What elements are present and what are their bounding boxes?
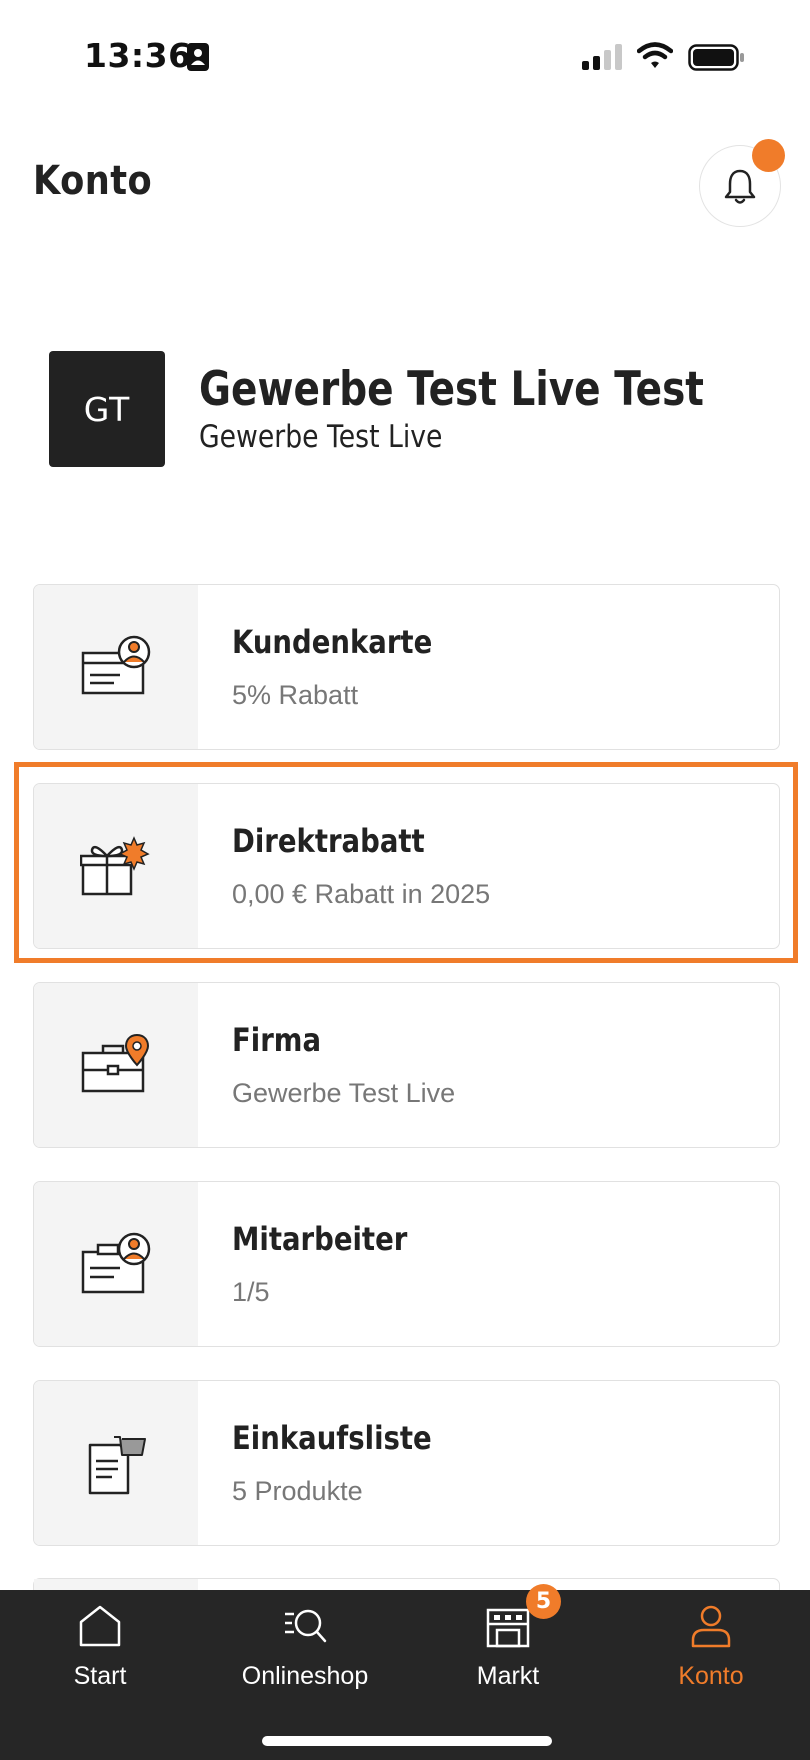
- page-title: Konto: [33, 158, 153, 204]
- card-icon-box: [34, 585, 198, 749]
- gift-discount-icon: [80, 836, 150, 896]
- card-title: Kundenkarte: [232, 623, 433, 661]
- cellular-signal-icon: [582, 44, 622, 70]
- card-title: Direktrabatt: [232, 822, 425, 860]
- nav-label: Konto: [678, 1662, 744, 1690]
- card-direktrabatt[interactable]: Direktrabatt 0,00 € Rabatt in 2025: [33, 783, 780, 949]
- status-time: 13:36: [84, 36, 192, 75]
- nav-onlineshop[interactable]: Onlineshop: [230, 1590, 380, 1710]
- card-icon-box: [34, 1381, 198, 1545]
- wifi-icon: [637, 42, 673, 68]
- card-title: Einkaufsliste: [232, 1419, 432, 1457]
- card-firma[interactable]: Firma Gewerbe Test Live: [33, 982, 780, 1148]
- card-subtitle: 0,00 € Rabatt in 2025: [232, 879, 491, 909]
- profile-name: Gewerbe Test Live Test: [199, 362, 704, 417]
- card-icon-box: [34, 1182, 198, 1346]
- card-subtitle: 1/5: [232, 1277, 270, 1307]
- nav-start[interactable]: Start: [40, 1590, 160, 1710]
- card-title: Firma: [232, 1021, 322, 1059]
- card-icon-box: [34, 983, 198, 1147]
- bell-icon: [724, 169, 756, 204]
- nav-markt[interactable]: 5 Markt: [448, 1584, 568, 1710]
- search-list-icon: [285, 1609, 327, 1643]
- card-mitarbeiter[interactable]: Mitarbeiter 1/5: [33, 1181, 780, 1347]
- card-subtitle: 5 Produkte: [232, 1476, 363, 1506]
- card-subtitle: 5% Rabatt: [232, 680, 359, 710]
- card-einkaufsliste[interactable]: Einkaufsliste 5 Produkte: [33, 1380, 780, 1546]
- user-icon: [691, 1605, 731, 1648]
- shopping-list-icon: [88, 1436, 146, 1495]
- bottom-nav: Start Onlineshop 5 Markt Konto: [0, 1584, 810, 1760]
- customer-card-icon: [81, 635, 151, 695]
- nav-label: Start: [73, 1662, 127, 1690]
- profile-company: Gewerbe Test Live: [199, 419, 443, 455]
- nav-konto[interactable]: Konto: [651, 1590, 771, 1710]
- nav-label: Markt: [476, 1662, 540, 1690]
- card-kundenkarte[interactable]: Kundenkarte 5% Rabatt: [33, 584, 780, 750]
- employee-card-icon: [81, 1232, 151, 1294]
- briefcase-location-icon: [81, 1033, 150, 1093]
- home-indicator: [262, 1736, 552, 1746]
- card-subtitle: Gewerbe Test Live: [232, 1078, 456, 1108]
- card-title: Mitarbeiter: [232, 1220, 408, 1258]
- status-bar: 13:36: [0, 0, 810, 110]
- id-card-icon: [187, 43, 209, 71]
- avatar: GT: [49, 351, 165, 467]
- markt-badge: 5: [526, 1584, 561, 1619]
- notification-dot: [752, 139, 785, 172]
- nav-label: Onlineshop: [241, 1662, 369, 1690]
- store-icon: [486, 1608, 530, 1648]
- card-icon-box: [34, 784, 198, 948]
- battery-icon: [688, 44, 744, 71]
- home-icon: [79, 1605, 121, 1647]
